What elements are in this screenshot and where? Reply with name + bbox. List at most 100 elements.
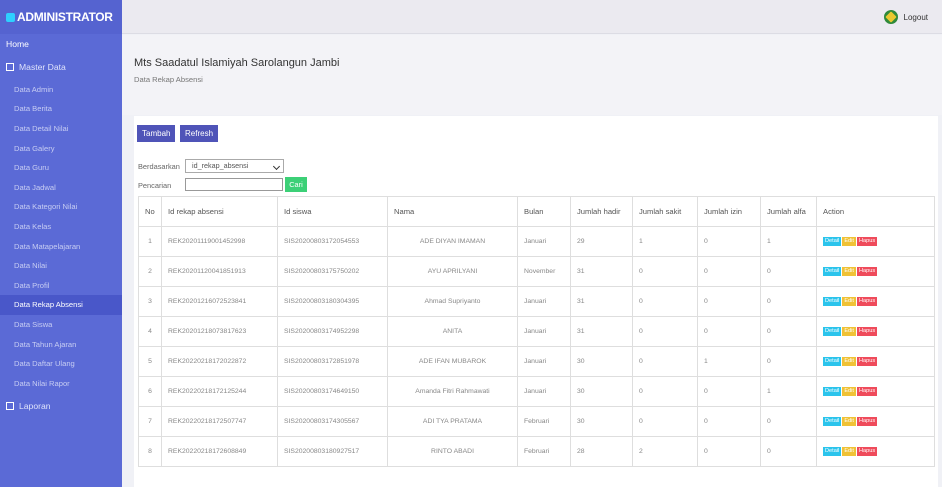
edit-button[interactable]: Edit (842, 357, 856, 366)
sidebar-item-data-nilai[interactable]: Data Nilai (0, 256, 122, 276)
edit-button[interactable]: Edit (842, 267, 856, 276)
table-row: 8 REK20220218172608849 SIS2020080318092751… (138, 436, 935, 467)
sidebar-item-home[interactable]: Home (0, 34, 122, 54)
table-cell: 31 (570, 316, 633, 347)
search-label: Pencarian (138, 181, 172, 190)
table-cell: 0 (760, 436, 817, 467)
table-cell: ANITA (387, 316, 518, 347)
table-cell: 29 (570, 226, 633, 257)
sidebar-item-data-kategori-nilai[interactable]: Data Kategori Nilai (0, 197, 122, 217)
edit-button[interactable]: Edit (842, 327, 856, 336)
detail-button[interactable]: Detail (823, 327, 842, 336)
filter-by-select[interactable]: id_rekap_absensi (185, 159, 284, 173)
table-icon (6, 62, 14, 71)
hapus-button[interactable]: Hapus (856, 267, 878, 276)
hapus-button[interactable]: Hapus (856, 297, 878, 306)
edit-button[interactable]: Edit (842, 387, 856, 396)
search-input[interactable] (185, 178, 283, 191)
sidebar-item-data-admin[interactable]: Data Admin (0, 80, 122, 100)
table-cell: 0 (632, 316, 698, 347)
sidebar-item-data-detail-nilai[interactable]: Data Detail Nilai (0, 119, 122, 139)
table-cell: 1 (632, 226, 698, 257)
table-cell: 0 (632, 406, 698, 437)
sidebar-item-data-profil[interactable]: Data Profil (0, 276, 122, 296)
table-cell: REK20220218172022872 (161, 346, 278, 377)
detail-button[interactable]: Detail (823, 417, 842, 426)
sidebar-item-data-guru[interactable]: Data Guru (0, 158, 122, 178)
detail-button[interactable]: Detail (823, 387, 842, 396)
sidebar-item-label: Master Data (19, 61, 66, 72)
hapus-button[interactable]: Hapus (856, 387, 878, 396)
table-cell: Januari (517, 316, 571, 347)
sidebar-item-data-tahun-ajaran[interactable]: Data Tahun Ajaran (0, 334, 122, 354)
table-cell: REK20201216072523841 (161, 286, 278, 317)
topbar: Logout (122, 0, 942, 34)
edit-button[interactable]: Edit (842, 447, 856, 456)
table-cell: SIS20200803174952298 (277, 316, 388, 347)
table-cell: 30 (570, 406, 633, 437)
table-body: 1 REK20201119001452998 SIS2020080317205455… (138, 226, 935, 467)
detail-button[interactable]: Detail (823, 297, 842, 306)
logout-button[interactable]: Logout (883, 10, 928, 24)
sidebar-item-data-kelas[interactable]: Data Kelas (0, 217, 122, 237)
table-row: 4 REK20201218073817623 SIS2020080317495229… (138, 316, 935, 347)
table-cell: 3 (138, 286, 162, 317)
table-cell: 2 (138, 256, 162, 287)
table-cell: 30 (570, 346, 633, 377)
table-cell: 6 (138, 376, 162, 407)
action-cell: Detail Edit Hapus (816, 346, 935, 377)
sidebar-item-data-nilai-rapor[interactable]: Data Nilai Rapor (0, 374, 122, 394)
brand-logo-icon (6, 12, 15, 22)
detail-button[interactable]: Detail (823, 357, 842, 366)
hapus-button[interactable]: Hapus (856, 237, 878, 246)
edit-button[interactable]: Edit (842, 297, 856, 306)
sidebar-item-data-rekap-absensi[interactable]: Data Rekap Absensi (0, 295, 122, 315)
table-cell: 0 (632, 376, 698, 407)
column-header: Nama (387, 196, 518, 227)
sidebar-item-label: Laporan (19, 401, 51, 412)
table-row: 3 REK20201216072523841 SIS2020080318030439… (138, 286, 935, 317)
sidebar-item-data-berita[interactable]: Data Berita (0, 99, 122, 119)
table-cell: 0 (632, 256, 698, 287)
table-cell: 0 (697, 376, 761, 407)
table-cell: Januari (517, 286, 571, 317)
column-header: Jumlah sakit (632, 196, 698, 227)
sidebar-item-master-data[interactable]: Master Data (0, 54, 122, 80)
search-button[interactable]: Cari (285, 177, 307, 192)
table-cell: REK20201218073817623 (161, 316, 278, 347)
table-cell: 0 (760, 346, 817, 377)
detail-button[interactable]: Detail (823, 267, 842, 276)
table-cell: SIS20200803180304395 (277, 286, 388, 317)
table-cell: SIS20200803172851978 (277, 346, 388, 377)
table-cell: 1 (138, 226, 162, 257)
hapus-button[interactable]: Hapus (856, 417, 878, 426)
logout-label: Logout (903, 12, 928, 22)
edit-button[interactable]: Edit (842, 237, 856, 246)
action-cell: Detail Edit Hapus (816, 376, 935, 407)
column-header: Id rekap absensi (161, 196, 278, 227)
tambah-button[interactable]: Tambah (137, 125, 176, 142)
table-cell: 0 (632, 346, 698, 377)
table-cell: ADI TYA PRATAMA (387, 406, 518, 437)
sidebar-item-data-siswa[interactable]: Data Siswa (0, 315, 122, 335)
content-card: Tambah Refresh Berdasarkan id_rekap_abse… (134, 116, 938, 487)
hapus-button[interactable]: Hapus (856, 357, 878, 366)
action-cell: Detail Edit Hapus (816, 406, 935, 437)
table-cell: Januari (517, 346, 571, 377)
hapus-button[interactable]: Hapus (856, 327, 878, 336)
hapus-button[interactable]: Hapus (856, 447, 878, 456)
sidebar-item-data-matapelajaran[interactable]: Data Matapelajaran (0, 236, 122, 256)
sidebar-item-laporan[interactable]: Laporan (0, 393, 122, 419)
edit-button[interactable]: Edit (842, 417, 856, 426)
table-cell: 0 (697, 226, 761, 257)
detail-button[interactable]: Detail (823, 237, 842, 246)
sidebar-item-data-jadwal[interactable]: Data Jadwal (0, 178, 122, 198)
detail-button[interactable]: Detail (823, 447, 842, 456)
refresh-button[interactable]: Refresh (180, 125, 219, 142)
table-cell: SIS20200803174649150 (277, 376, 388, 407)
table-cell: 0 (760, 286, 817, 317)
table-cell: November (517, 256, 571, 287)
sidebar-item-data-daftar-ulang[interactable]: Data Daftar Ulang (0, 354, 122, 374)
sidebar-item-data-galery[interactable]: Data Galery (0, 138, 122, 158)
table-cell: 0 (697, 406, 761, 437)
